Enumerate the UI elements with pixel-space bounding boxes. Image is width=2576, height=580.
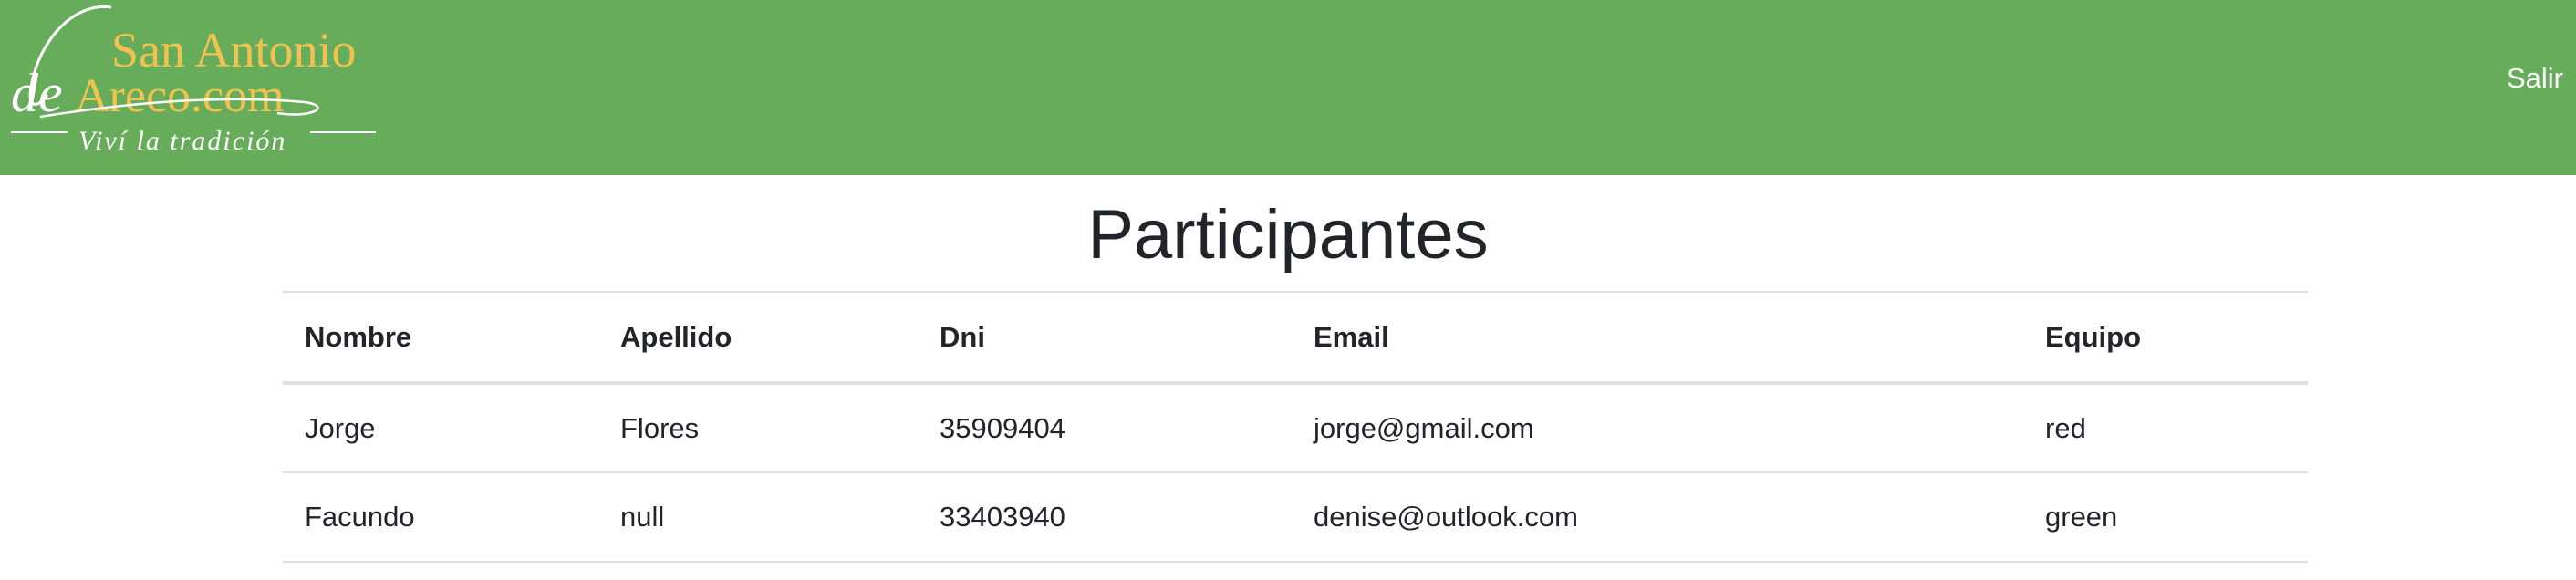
cell-dni: 35909404 xyxy=(918,383,1292,473)
svg-text:San Antonio: San Antonio xyxy=(111,23,357,78)
cell-email: jorge@gmail.com xyxy=(1292,383,2023,473)
cell-nombre: Facundo xyxy=(283,472,598,563)
column-header-nombre: Nombre xyxy=(283,291,598,385)
cell-dni: 33403940 xyxy=(918,472,1292,563)
cell-email: denise@outlook.com xyxy=(1292,472,2023,563)
column-header-email: Email xyxy=(1292,291,2023,385)
cell-apellido: null xyxy=(598,472,918,563)
column-header-apellido: Apellido xyxy=(598,291,918,385)
svg-text:Viví la tradición: Viví la tradición xyxy=(78,126,286,156)
cell-apellido: Flores xyxy=(598,383,918,473)
navbar: San Antonio de Areco.com Viví la tradici… xyxy=(0,0,2576,175)
table-row: Facundo null 33403940 denise@outlook.com… xyxy=(283,472,2308,563)
cell-nombre: Jorge xyxy=(283,383,598,473)
column-header-dni: Dni xyxy=(918,291,1292,385)
participants-table: Nombre Apellido Dni Email Equipo Jorge F… xyxy=(283,291,2308,563)
svg-text:Areco.com: Areco.com xyxy=(75,70,285,122)
table-header-row: Nombre Apellido Dni Email Equipo xyxy=(283,291,2308,385)
page-title: Participantes xyxy=(1087,196,1489,274)
cell-equipo: green xyxy=(2023,472,2308,563)
table-row: Jorge Flores 35909404 jorge@gmail.com re… xyxy=(283,383,2308,473)
site-logo[interactable]: San Antonio de Areco.com Viví la tradici… xyxy=(4,0,387,166)
column-header-equipo: Equipo xyxy=(2023,291,2308,385)
cell-equipo: red xyxy=(2023,383,2308,473)
logout-link[interactable]: Salir xyxy=(2507,62,2563,95)
